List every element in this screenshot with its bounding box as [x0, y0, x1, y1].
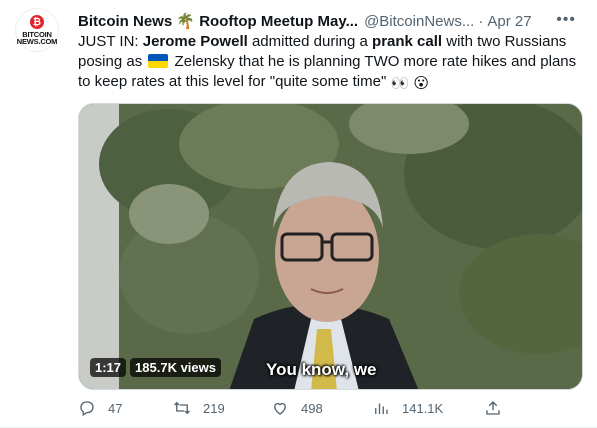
share-icon [486, 401, 500, 415]
like-button[interactable]: 498 [271, 399, 323, 417]
ukraine-flag-icon [148, 54, 169, 68]
tweet[interactable]: ₿ BITCOIN NEWS.COM Bitcoin News 🌴 Roofto… [0, 0, 597, 428]
tweet-text-part: admitted during a [247, 33, 373, 50]
astonished-emoji: 😮 [413, 75, 429, 92]
tweet-header: Bitcoin News 🌴 Rooftop Meetup May... @Bi… [78, 11, 588, 31]
views-button[interactable]: 141.1K [372, 399, 443, 417]
video-duration: 1:17 [90, 358, 127, 377]
user-handle[interactable]: @BitcoinNews... [364, 13, 474, 30]
views-icon [375, 403, 388, 414]
separator-dot: · [478, 12, 484, 30]
tweet-text-part: JUST IN: [78, 33, 143, 50]
video-meta: 1:17 185.7K views [90, 358, 221, 377]
views-count: 141.1K [402, 400, 444, 416]
reply-button[interactable]: 47 [78, 399, 122, 417]
video-caption: You know, we [266, 360, 377, 379]
more-icon[interactable]: ••• [556, 11, 576, 29]
bitcoin-logo-icon: ₿ [30, 15, 44, 29]
tweet-date[interactable]: Apr 27 [487, 13, 531, 30]
display-name[interactable]: Bitcoin News 🌴 Rooftop Meetup May... [78, 12, 358, 30]
avatar-brand: BITCOIN NEWS.COM [16, 30, 58, 46]
video-frame [79, 104, 582, 389]
tweet-text-bold: Jerome Powell [142, 33, 248, 50]
tweet-text: JUST IN: Jerome Powell admitted during a… [78, 32, 583, 94]
share-button[interactable] [484, 399, 514, 417]
video-player[interactable]: 1:17 185.7K views You know, we [78, 103, 583, 390]
tweet-text-bold: prank call [372, 33, 443, 50]
video-views: 185.7K views [130, 358, 221, 377]
like-count: 498 [301, 400, 323, 416]
retweet-count: 219 [203, 400, 225, 416]
reply-icon [80, 401, 94, 416]
like-icon [274, 402, 286, 415]
eyes-emoji: 👀 [390, 75, 410, 92]
retweet-icon [174, 401, 190, 415]
reply-count: 47 [108, 400, 123, 416]
avatar[interactable]: ₿ BITCOIN NEWS.COM [15, 8, 59, 52]
retweet-button[interactable]: 219 [173, 399, 225, 417]
action-bar: 47 219 498 141.1K [78, 399, 508, 423]
